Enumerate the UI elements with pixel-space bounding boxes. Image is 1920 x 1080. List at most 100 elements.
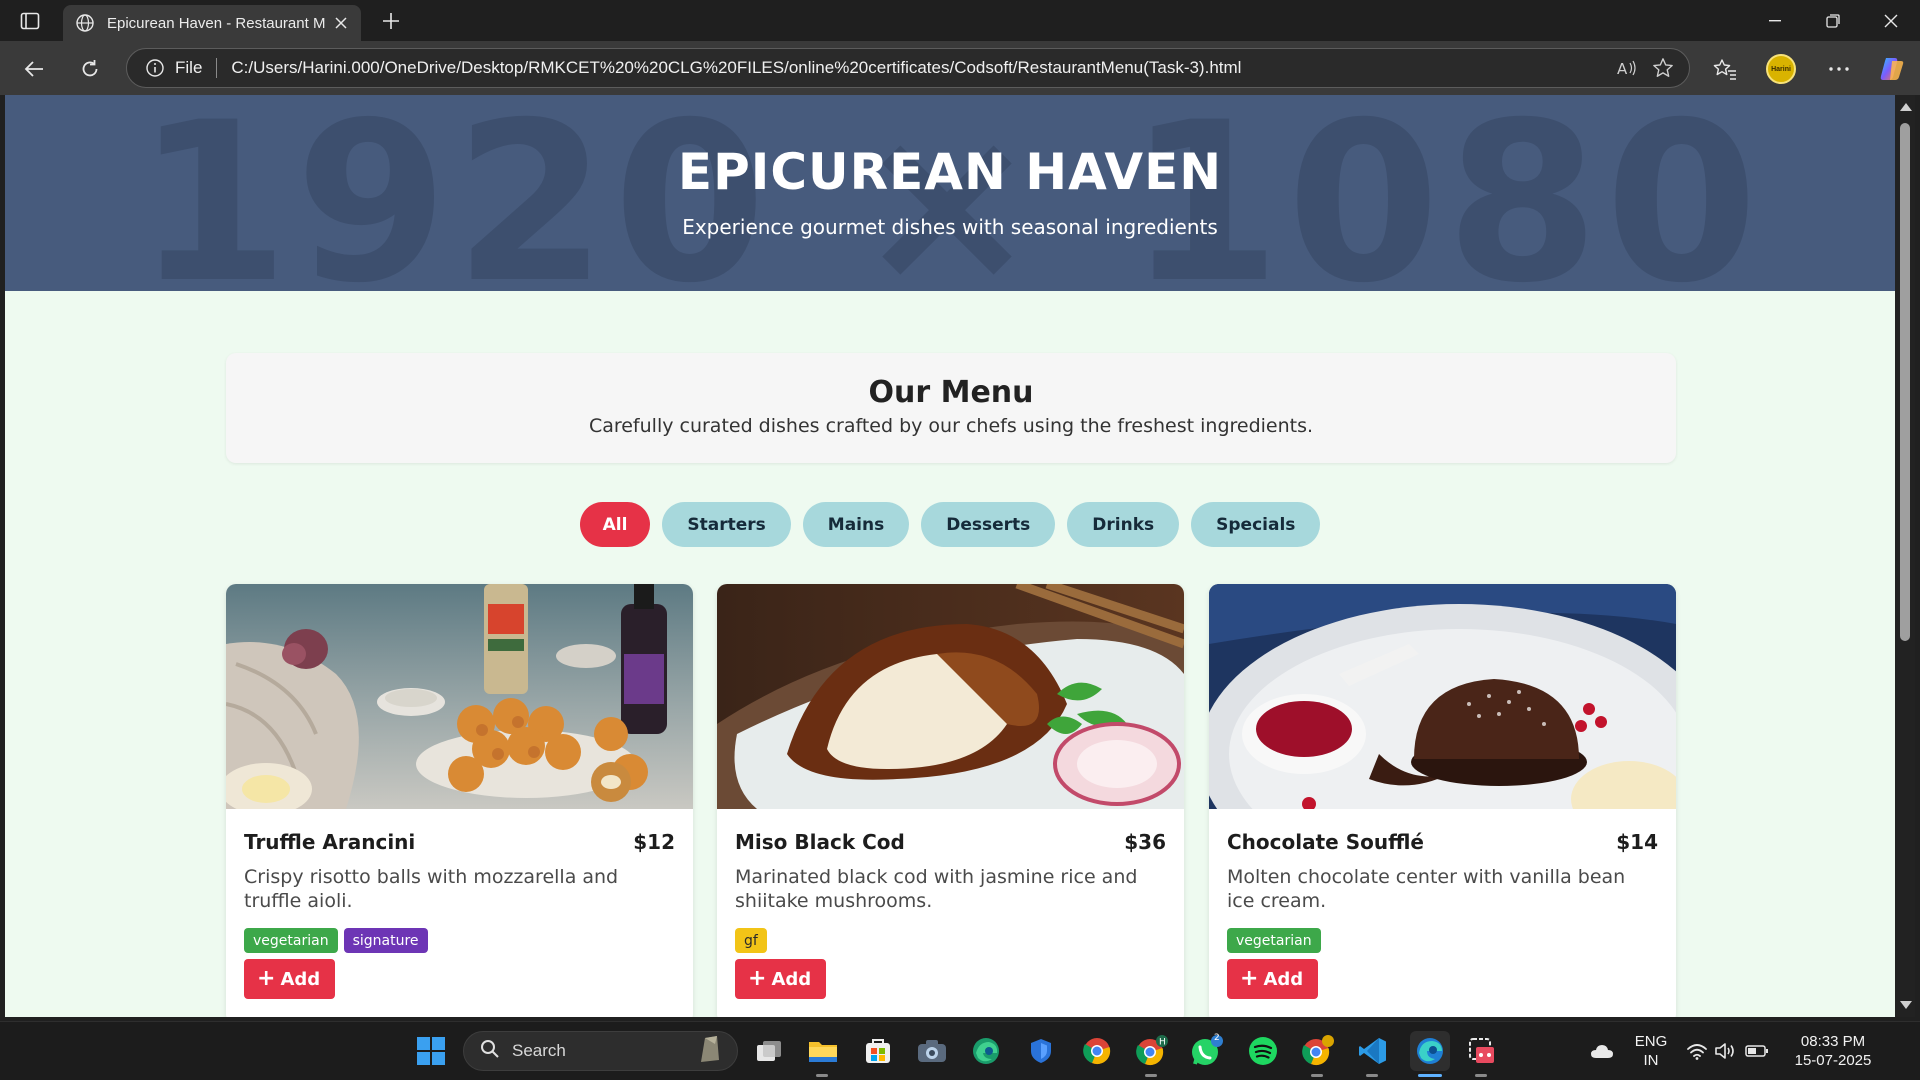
camera-icon[interactable] bbox=[915, 1034, 949, 1068]
language-indicator[interactable]: ENG IN bbox=[1630, 1032, 1672, 1070]
chrome-profile-2-icon[interactable] bbox=[1301, 1034, 1335, 1068]
onedrive-cloud-icon[interactable] bbox=[1585, 1034, 1619, 1068]
clock[interactable]: 08:33 PM 15-07-2025 bbox=[1778, 1032, 1888, 1070]
filter-drinks-button[interactable]: Drinks bbox=[1067, 502, 1180, 547]
clock-date: 15-07-2025 bbox=[1794, 1052, 1872, 1069]
more-options-icon[interactable] bbox=[1823, 53, 1855, 85]
tag-signature: signature bbox=[343, 928, 428, 953]
scroll-down-arrow-icon[interactable] bbox=[1900, 1001, 1912, 1009]
window-controls bbox=[1746, 0, 1920, 41]
tag-vegetarian: vegetarian bbox=[244, 928, 338, 953]
running-indicator bbox=[1366, 1074, 1378, 1077]
tag-gf: gf bbox=[735, 928, 767, 953]
taskbar-search-box[interactable]: Search bbox=[463, 1031, 738, 1071]
vscode-icon[interactable] bbox=[1356, 1034, 1390, 1068]
volume-icon[interactable] bbox=[1708, 1034, 1742, 1068]
filter-desserts-button[interactable]: Desserts bbox=[921, 502, 1056, 547]
tag-vegetarian: vegetarian bbox=[1227, 928, 1321, 953]
window-frame-right bbox=[1915, 95, 1920, 1017]
clock-time: 08:33 PM bbox=[1800, 1033, 1866, 1050]
dish-tags: vegetarian bbox=[1227, 928, 1321, 953]
profile-avatar[interactable]: Harini bbox=[1766, 54, 1796, 84]
add-to-order-button[interactable]: + Add bbox=[735, 959, 827, 999]
add-to-order-button[interactable]: + Add bbox=[1227, 959, 1319, 999]
address-divider bbox=[216, 58, 218, 78]
security-shield-icon[interactable] bbox=[1024, 1034, 1058, 1068]
restaurant-title: EPICUREAN HAVEN bbox=[677, 143, 1223, 201]
spotify-icon[interactable] bbox=[1246, 1034, 1280, 1068]
svg-text:H: H bbox=[1159, 1038, 1166, 1048]
whatsapp-icon[interactable]: 2 bbox=[1190, 1033, 1224, 1068]
browser-toolbar: File C:/Users/Harini.000/OneDrive/Deskto… bbox=[0, 41, 1920, 95]
language-region: IN bbox=[1643, 1052, 1659, 1069]
info-icon[interactable] bbox=[145, 58, 165, 78]
add-button-label: Add bbox=[280, 968, 321, 990]
snipping-tool-icon[interactable] bbox=[1465, 1034, 1499, 1068]
dish-name: Chocolate Soufflé bbox=[1227, 830, 1424, 854]
url-text[interactable]: C:/Users/Harini.000/OneDrive/Desktop/RMK… bbox=[231, 58, 1609, 78]
page-viewport: 1920 × 1080 EPICUREAN HAVEN Experience g… bbox=[5, 95, 1895, 1017]
plus-icon: + bbox=[257, 966, 276, 991]
tab-actions-icon[interactable] bbox=[14, 9, 46, 33]
filter-specials-button[interactable]: Specials bbox=[1191, 502, 1321, 547]
new-tab-icon[interactable] bbox=[378, 8, 404, 34]
browser-titlebar: Epicurean Haven - Restaurant Me bbox=[0, 0, 1920, 41]
search-highlight-icon bbox=[697, 1034, 723, 1069]
globe-icon bbox=[75, 13, 95, 33]
running-indicator bbox=[1145, 1074, 1157, 1077]
running-indicator bbox=[1475, 1074, 1487, 1077]
search-icon bbox=[480, 1039, 500, 1064]
favorites-list-icon[interactable] bbox=[1709, 53, 1741, 85]
battery-icon[interactable] bbox=[1740, 1034, 1774, 1068]
restore-icon[interactable] bbox=[1804, 0, 1862, 41]
scrollbar-thumb[interactable] bbox=[1900, 123, 1910, 641]
page-scrollbar[interactable] bbox=[1895, 95, 1915, 1017]
edge-dev-icon[interactable] bbox=[969, 1034, 1003, 1068]
dish-card-truffle-arancini: Truffle Arancini $12 Crispy risotto ball… bbox=[226, 584, 693, 1017]
dish-price: $36 bbox=[1124, 830, 1166, 854]
read-aloud-icon[interactable]: A bbox=[1609, 52, 1645, 84]
chrome-profile-icon[interactable]: H bbox=[1135, 1034, 1169, 1068]
dish-description: Crispy risotto balls with mozzarella and… bbox=[244, 866, 619, 912]
menu-intro-card: Our Menu Carefully curated dishes crafte… bbox=[226, 353, 1676, 463]
browser-tab[interactable]: Epicurean Haven - Restaurant Me bbox=[63, 5, 361, 41]
address-bar[interactable]: File C:/Users/Harini.000/OneDrive/Deskto… bbox=[126, 48, 1690, 88]
dish-name: Truffle Arancini bbox=[244, 830, 416, 854]
chocolate-lava-cake-photo bbox=[1209, 584, 1676, 904]
dish-card-chocolate-souffle: Chocolate Soufflé $14 Molten chocolate c… bbox=[1209, 584, 1676, 1017]
restaurant-tagline: Experience gourmet dishes with seasonal … bbox=[682, 215, 1218, 239]
microsoft-store-icon[interactable] bbox=[861, 1034, 895, 1068]
file-explorer-icon[interactable] bbox=[806, 1034, 840, 1068]
add-button-label: Add bbox=[771, 968, 812, 990]
fried-risotto-balls-photo bbox=[226, 584, 693, 815]
dish-tags: vegetarian signature bbox=[244, 928, 428, 953]
copilot-icon[interactable] bbox=[1876, 53, 1908, 85]
hero-banner: 1920 × 1080 EPICUREAN HAVEN Experience g… bbox=[5, 95, 1895, 291]
close-tab-icon[interactable] bbox=[333, 15, 349, 31]
dish-price: $12 bbox=[633, 830, 675, 854]
filter-starters-button[interactable]: Starters bbox=[662, 502, 791, 547]
close-window-icon[interactable] bbox=[1862, 0, 1920, 41]
edge-browser-icon[interactable] bbox=[1410, 1031, 1450, 1071]
chrome-icon[interactable] bbox=[1080, 1034, 1114, 1068]
menu-description: Carefully curated dishes crafted by our … bbox=[588, 415, 1314, 437]
favorite-star-icon[interactable] bbox=[1645, 52, 1681, 84]
menu-heading: Our Menu bbox=[868, 375, 1034, 410]
back-arrow-icon[interactable] bbox=[18, 53, 50, 85]
search-label: Search bbox=[512, 1041, 566, 1060]
filter-mains-button[interactable]: Mains bbox=[802, 502, 910, 547]
running-indicator bbox=[1311, 1074, 1323, 1077]
plus-icon: + bbox=[1240, 966, 1259, 991]
dish-price: $14 bbox=[1616, 830, 1658, 854]
add-to-order-button[interactable]: + Add bbox=[244, 959, 336, 999]
windows-taskbar: Search H 2 ENG IN 08:33 PM 15-07-2025 bbox=[0, 1021, 1920, 1080]
refresh-icon[interactable] bbox=[74, 53, 106, 85]
windows-start-icon[interactable] bbox=[414, 1034, 448, 1068]
plus-icon: + bbox=[748, 966, 767, 991]
task-view-icon[interactable] bbox=[752, 1034, 786, 1068]
filter-all-button[interactable]: All bbox=[579, 502, 651, 547]
minimize-icon[interactable] bbox=[1746, 0, 1804, 41]
dish-tags: gf bbox=[735, 928, 767, 953]
tab-title: Epicurean Haven - Restaurant Me bbox=[107, 14, 325, 32]
scroll-up-arrow-icon[interactable] bbox=[1900, 103, 1912, 111]
